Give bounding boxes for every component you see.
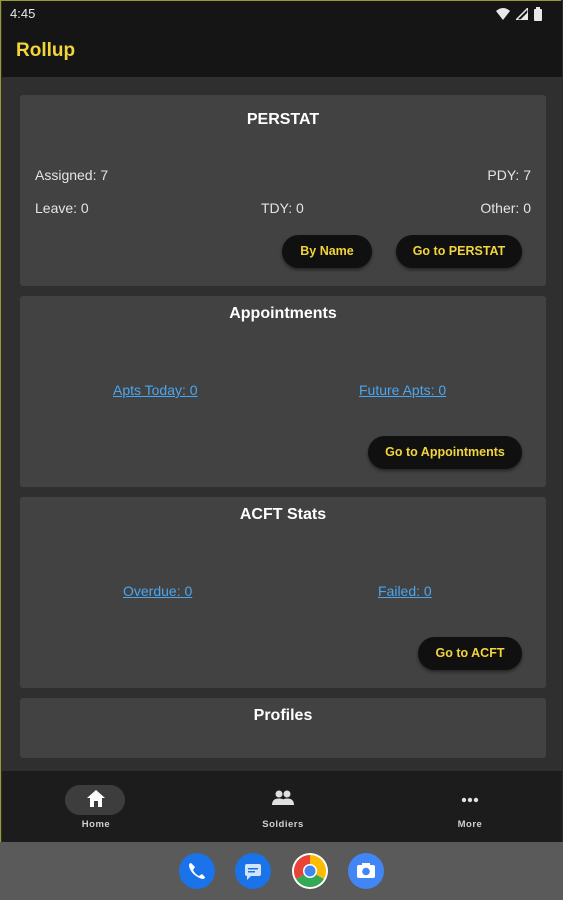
nav-item-more[interactable]: More	[410, 771, 530, 843]
assigned-count: Assigned: 7	[35, 167, 109, 183]
profiles-title: Profiles	[253, 707, 313, 724]
by-name-button[interactable]: By Name	[282, 235, 372, 268]
nav-label-more: More	[457, 819, 483, 830]
future-apts-link[interactable]: Future Apts: 0	[359, 382, 446, 398]
acft-title: ACFT Stats	[239, 506, 327, 523]
camera-icon[interactable]	[348, 853, 384, 889]
people-icon	[272, 790, 294, 805]
perstat-card: PERSTAT Assigned: 7 PDY: 7 Leave: 0 TDY:…	[20, 95, 546, 286]
status-time: 4:45	[10, 6, 36, 21]
nav-item-home[interactable]: Home	[36, 771, 156, 843]
acft-card: ACFT Stats Overdue: 0 Failed: 0 Go to AC…	[20, 497, 546, 688]
main-content[interactable]: PERSTAT Assigned: 7 PDY: 7 Leave: 0 TDY:…	[2, 77, 562, 771]
messages-icon[interactable]	[235, 853, 271, 889]
tdy-count: TDY: 0	[261, 200, 304, 216]
appointments-card: Appointments Apts Today: 0 Future Apts: …	[20, 296, 546, 487]
pdy-count: PDY: 7	[487, 167, 531, 183]
overdue-link[interactable]: Overdue: 0	[123, 583, 192, 599]
leave-count: Leave: 0	[35, 200, 89, 216]
profiles-card: Profiles	[20, 698, 546, 758]
chrome-icon[interactable]	[292, 853, 328, 889]
app-bar: Rollup	[2, 25, 562, 77]
appointments-title: Appointments	[229, 305, 337, 322]
status-icons	[496, 7, 542, 21]
more-icon	[461, 797, 479, 803]
wifi-icon	[496, 8, 510, 20]
apts-today-link[interactable]: Apts Today: 0	[113, 382, 198, 398]
status-bar: 4:45	[2, 1, 562, 25]
perstat-title: PERSTAT	[246, 111, 320, 128]
app-window: 4:45 Rollup PERSTAT Assigned: 7 PDY: 7 L…	[0, 0, 562, 843]
page-title: Rollup	[16, 40, 76, 61]
home-icon	[87, 790, 105, 807]
nav-item-soldiers[interactable]: Soldiers	[223, 771, 343, 843]
signal-icon	[516, 8, 528, 20]
phone-icon[interactable]	[179, 853, 215, 889]
failed-link[interactable]: Failed: 0	[378, 583, 432, 599]
system-dock	[0, 842, 563, 900]
nav-label-home: Home	[81, 819, 111, 830]
go-to-perstat-button[interactable]: Go to PERSTAT	[396, 235, 522, 268]
battery-icon	[534, 7, 542, 21]
nav-label-soldiers: Soldiers	[262, 819, 304, 830]
go-to-appointments-button[interactable]: Go to Appointments	[368, 436, 522, 469]
bottom-navigation: Home Soldiers More	[2, 771, 562, 843]
other-count: Other: 0	[480, 200, 531, 216]
go-to-acft-button[interactable]: Go to ACFT	[418, 637, 522, 670]
